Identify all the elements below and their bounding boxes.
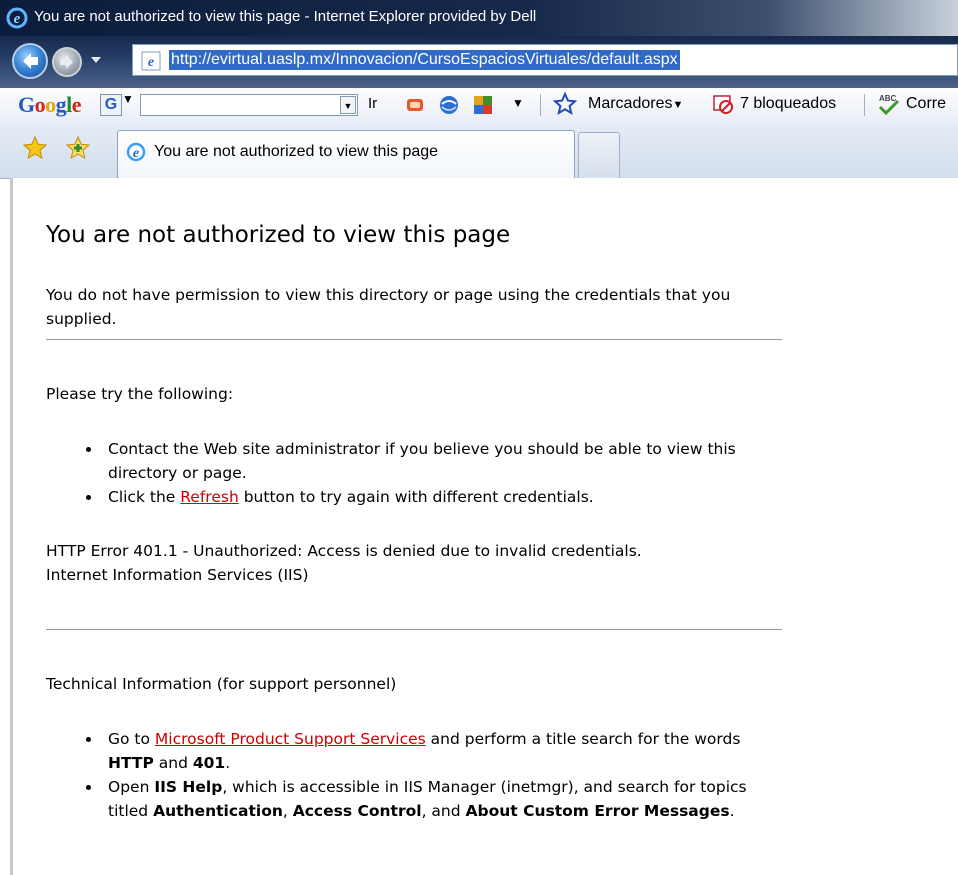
- try-list: Contact the Web site administrator if yo…: [86, 437, 788, 509]
- ie-page-icon: e: [126, 142, 146, 162]
- support-services-link[interactable]: Microsoft Product Support Services: [155, 730, 426, 748]
- error-info: HTTP Error 401.1 - Unauthorized: Access …: [46, 539, 642, 587]
- bookmarks-menu[interactable]: Marcadores▼: [588, 95, 683, 113]
- tab-label: You are not authorized to view this page: [154, 143, 439, 160]
- gadgets-dropdown-icon[interactable]: ▼: [512, 96, 524, 110]
- recent-pages-dropdown-icon[interactable]: [88, 52, 104, 68]
- back-button[interactable]: [12, 43, 48, 79]
- spellcheck-button[interactable]: Corre: [906, 95, 946, 113]
- server-line: Internet Information Services (IIS): [46, 566, 309, 584]
- navigation-bar: e http://evirtual.uaslp.mx/Innovacion/Cu…: [0, 36, 958, 88]
- google-search-dropdown-icon[interactable]: ▼: [340, 96, 356, 114]
- list-item: Contact the Web site administrator if yo…: [86, 437, 788, 485]
- page-ie-icon: e: [141, 51, 161, 71]
- page-content: You are not authorized to view this page…: [10, 178, 958, 875]
- window-title: You are not authorized to view this page…: [34, 8, 537, 25]
- refresh-link[interactable]: Refresh: [180, 488, 239, 506]
- google-g-dropdown-icon[interactable]: ▼: [122, 92, 134, 106]
- window-title-bar: e You are not authorized to view this pa…: [0, 0, 958, 36]
- try-heading: Please try the following:: [46, 385, 234, 403]
- svg-text:e: e: [133, 146, 139, 161]
- bookmark-star-icon[interactable]: [553, 92, 577, 116]
- list-item: Go to Microsoft Product Support Services…: [86, 727, 788, 775]
- spellcheck-icon[interactable]: ABC: [876, 92, 902, 116]
- toolbar-separator: [540, 94, 541, 116]
- toolbar-separator: [864, 94, 865, 116]
- google-g-button[interactable]: G: [100, 94, 122, 116]
- add-to-favorites-icon[interactable]: [65, 135, 91, 161]
- globe-icon[interactable]: [438, 94, 460, 116]
- favorites-center-icon[interactable]: [22, 135, 48, 161]
- arrow-right-icon: [60, 55, 73, 69]
- list-item: Open IIS Help, which is accessible in II…: [86, 775, 788, 823]
- page-title: You are not authorized to view this page: [46, 222, 511, 248]
- list-item: Click the Refresh button to try again wi…: [86, 485, 788, 509]
- arrow-left-icon: [23, 53, 38, 69]
- bookmarks-dropdown-icon: ▼: [672, 99, 684, 111]
- tech-list: Go to Microsoft Product Support Services…: [86, 727, 788, 823]
- popup-blocker-icon[interactable]: [712, 93, 734, 115]
- tech-heading: Technical Information (for support perso…: [46, 675, 397, 693]
- tab-current-page[interactable]: e You are not authorized to view this pa…: [117, 130, 575, 178]
- svg-text:e: e: [14, 11, 21, 27]
- address-field[interactable]: e http://evirtual.uaslp.mx/Innovacion/Cu…: [132, 44, 958, 76]
- google-search-input[interactable]: [140, 94, 358, 116]
- pagerank-icon[interactable]: [404, 94, 426, 116]
- google-go-button[interactable]: Ir: [368, 95, 377, 112]
- new-tab-button[interactable]: [578, 132, 620, 178]
- ie-logo-icon: e: [6, 7, 28, 29]
- google-toolbar: Google G ▼ ▼ Ir ▼ Marcadores▼ 7 bloquead…: [0, 88, 958, 123]
- divider: [46, 629, 782, 630]
- tab-strip: e You are not authorized to view this pa…: [0, 122, 958, 179]
- error-line: HTTP Error 401.1 - Unauthorized: Access …: [46, 542, 642, 560]
- svg-text:ABC: ABC: [879, 94, 897, 103]
- gadgets-icon[interactable]: [472, 94, 494, 116]
- google-logo[interactable]: Google: [18, 92, 82, 118]
- address-url[interactable]: http://evirtual.uaslp.mx/Innovacion/Curs…: [169, 50, 680, 70]
- svg-text:e: e: [148, 55, 154, 70]
- divider: [46, 339, 782, 340]
- popup-blocked-count[interactable]: 7 bloqueados: [740, 95, 836, 113]
- intro-text: You do not have permission to view this …: [46, 286, 731, 328]
- forward-button[interactable]: [52, 47, 82, 77]
